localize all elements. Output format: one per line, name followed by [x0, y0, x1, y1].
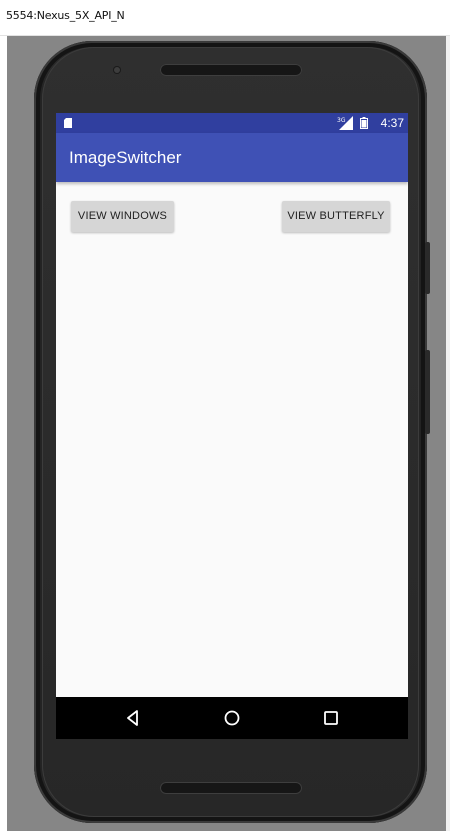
battery-icon	[360, 117, 368, 129]
app-bar: ImageSwitcher	[56, 133, 408, 182]
image-switcher-area	[56, 182, 408, 697]
front-camera	[114, 67, 120, 73]
view-butterfly-button[interactable]: VIEW BUTTERFLY	[282, 201, 390, 232]
app-title: ImageSwitcher	[69, 148, 182, 167]
navigation-bar	[56, 697, 408, 739]
view-windows-button[interactable]: VIEW WINDOWS	[71, 201, 174, 232]
back-icon[interactable]	[123, 708, 143, 728]
status-clock: 4:37	[380, 116, 404, 130]
emulator-window-title: 5554:Nexus_5X_API_N	[6, 9, 125, 22]
signal-icon: 3G	[337, 116, 353, 130]
status-bar: 3G 4:37	[56, 113, 408, 133]
sd-card-icon	[64, 118, 72, 128]
window-edge	[446, 36, 450, 831]
volume-rocker[interactable]	[425, 350, 430, 434]
phone-screen: 3G 4:37 ImageSwitcher VIEW WINDOWS VIEW …	[56, 113, 408, 739]
top-speaker-grille	[160, 64, 302, 76]
power-button[interactable]	[425, 242, 430, 294]
home-icon[interactable]	[222, 708, 242, 728]
bottom-speaker-grille	[160, 782, 302, 794]
emulator-title-bar: 5554:Nexus_5X_API_N	[0, 0, 450, 36]
recents-icon[interactable]	[321, 708, 341, 728]
network-type-label: 3G	[337, 117, 346, 124]
